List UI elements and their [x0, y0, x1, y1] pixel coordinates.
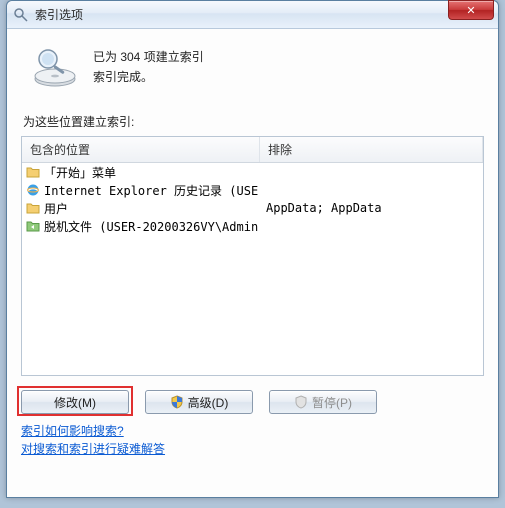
locations-list: 包含的位置 排除 「开始」菜单Internet Explorer 历史记录 (U… — [21, 136, 484, 376]
titlebar[interactable]: 索引选项 ✕ — [7, 1, 498, 29]
modify-button-label: 修改(M) — [54, 394, 96, 411]
list-item[interactable]: Internet Explorer 历史记录 (USE... — [22, 181, 483, 199]
list-item[interactable]: 脱机文件 (USER-20200326VY\Admin... — [22, 217, 483, 235]
window-title: 索引选项 — [35, 6, 83, 23]
indexed-count: 已为 304 项建立索引 — [93, 47, 204, 67]
content-area: 已为 304 项建立索引 索引完成。 为这些位置建立索引: 包含的位置 排除 「… — [7, 29, 498, 497]
pause-button[interactable]: 暂停(P) — [269, 390, 377, 414]
ie-icon — [26, 183, 40, 197]
column-location[interactable]: 包含的位置 — [22, 137, 260, 162]
list-header[interactable]: 包含的位置 排除 — [22, 137, 483, 163]
link-troubleshoot[interactable]: 对搜索和索引进行疑难解答 — [21, 442, 165, 456]
modify-button[interactable]: 修改(M) — [21, 390, 129, 414]
cell-exclude: AppData; AppData — [260, 201, 483, 215]
shield-icon — [170, 395, 184, 409]
link-search-effect[interactable]: 索引如何影响搜索? — [21, 424, 124, 438]
cell-location: 用户 — [22, 200, 260, 217]
button-row: 修改(M) 高级(D) 暂停(P) — [21, 390, 484, 414]
location-text: 用户 — [44, 200, 68, 217]
indexing-state: 索引完成。 — [93, 67, 204, 87]
cell-location: Internet Explorer 历史记录 (USE... — [22, 182, 260, 199]
column-exclude[interactable]: 排除 — [260, 137, 483, 162]
pause-button-label: 暂停(P) — [312, 394, 352, 411]
locations-label: 为这些位置建立索引: — [23, 113, 484, 130]
shield-icon — [294, 395, 308, 409]
magnifier-icon — [13, 7, 29, 23]
drive-magnifier-icon — [31, 45, 79, 89]
status-text: 已为 304 项建立索引 索引完成。 — [93, 45, 204, 87]
list-item[interactable]: 用户 AppData; AppData — [22, 199, 483, 217]
help-links: 索引如何影响搜索? 对搜索和索引进行疑难解答 — [21, 422, 484, 458]
close-icon: ✕ — [466, 4, 475, 17]
folder-icon — [26, 165, 40, 179]
advanced-button[interactable]: 高级(D) — [145, 390, 253, 414]
cell-location: 脱机文件 (USER-20200326VY\Admin... — [22, 218, 260, 235]
list-body: 「开始」菜单Internet Explorer 历史记录 (USE...用户 Ap… — [22, 163, 483, 235]
status-row: 已为 304 项建立索引 索引完成。 — [21, 41, 484, 99]
offline-icon — [26, 219, 40, 233]
advanced-button-label: 高级(D) — [188, 394, 229, 411]
location-text: 「开始」菜单 — [44, 164, 116, 181]
close-button[interactable]: ✕ — [448, 0, 494, 20]
cell-location: 「开始」菜单 — [22, 164, 260, 181]
folder-icon — [26, 201, 40, 215]
location-text: 脱机文件 (USER-20200326VY\Admin... — [44, 218, 260, 235]
list-item[interactable]: 「开始」菜单 — [22, 163, 483, 181]
location-text: Internet Explorer 历史记录 (USE... — [44, 182, 260, 199]
indexing-options-dialog: 索引选项 ✕ 已为 304 项建立索引 索引完成。 为这些位置建立 — [6, 0, 499, 498]
